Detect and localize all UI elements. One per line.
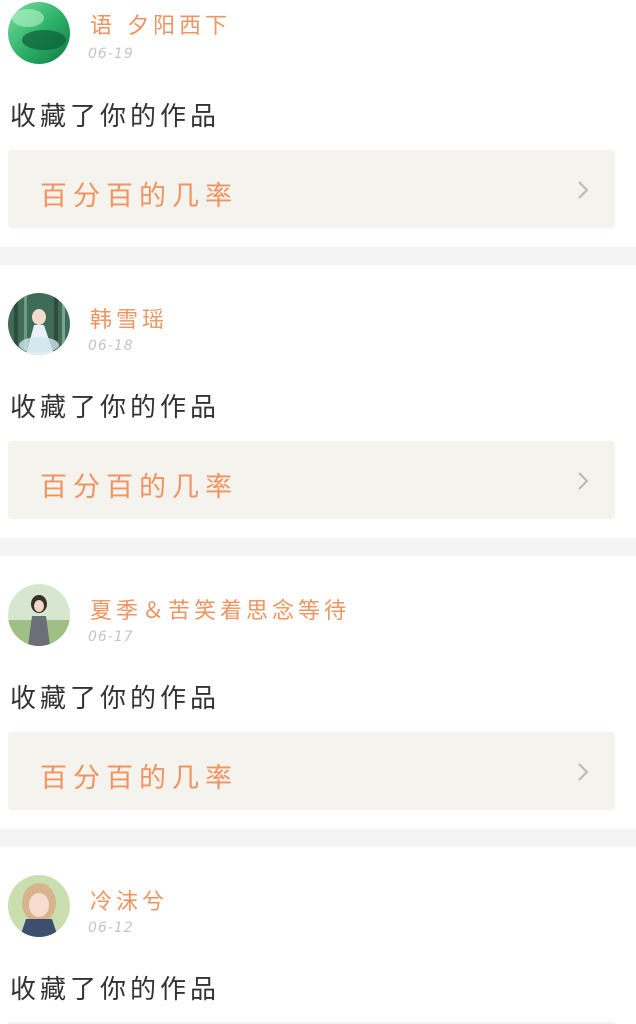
username[interactable]: 语 夕阳西下 — [90, 8, 231, 40]
action-text: 收藏了你的作品 — [10, 393, 221, 423]
work-title: 百分百的几率 — [40, 763, 238, 794]
girl-field-avatar-icon — [8, 584, 70, 646]
chevron-right-icon — [578, 181, 589, 199]
green-leaf-avatar-icon — [8, 2, 70, 64]
list-item: 冷沫兮 06-12 收藏了你的作品 — [0, 847, 636, 1024]
username[interactable]: 冷沫兮 — [90, 884, 168, 916]
work-title: 百分百的几率 — [40, 181, 238, 212]
timestamp: 06-12 — [88, 920, 134, 936]
blonde-girl-avatar-icon — [8, 875, 70, 937]
timestamp: 06-19 — [88, 46, 134, 62]
action-text: 收藏了你的作品 — [10, 975, 221, 1005]
work-link[interactable]: 百分百的几率 — [8, 732, 615, 810]
avatar[interactable] — [8, 875, 70, 937]
username[interactable]: 夏季＆苦笑着思念等待 — [90, 593, 350, 625]
work-link[interactable]: 百分百的几率 — [8, 441, 615, 519]
chevron-right-icon — [578, 472, 589, 490]
list-item: 语 夕阳西下 06-19 收藏了你的作品 百分百的几率 — [0, 0, 636, 247]
timestamp: 06-17 — [88, 629, 134, 645]
timestamp: 06-18 — [88, 338, 134, 354]
bamboo-girl-avatar-icon — [8, 293, 70, 355]
divider — [0, 538, 636, 556]
list-item: 夏季＆苦笑着思念等待 06-17 收藏了你的作品 百分百的几率 — [0, 556, 636, 829]
avatar[interactable] — [8, 293, 70, 355]
work-title: 百分百的几率 — [40, 472, 238, 503]
username[interactable]: 韩雪瑶 — [90, 302, 168, 334]
notification-feed: 语 夕阳西下 06-19 收藏了你的作品 百分百的几率 韩雪瑶 06-18 收藏… — [0, 0, 636, 1024]
action-text: 收藏了你的作品 — [10, 102, 221, 132]
avatar[interactable] — [8, 584, 70, 646]
divider — [0, 829, 636, 847]
avatar[interactable] — [8, 2, 70, 64]
work-link[interactable]: 百分百的几率 — [8, 150, 615, 228]
chevron-right-icon — [578, 763, 589, 781]
divider — [0, 247, 636, 265]
action-text: 收藏了你的作品 — [10, 684, 221, 714]
list-item: 韩雪瑶 06-18 收藏了你的作品 百分百的几率 — [0, 265, 636, 538]
